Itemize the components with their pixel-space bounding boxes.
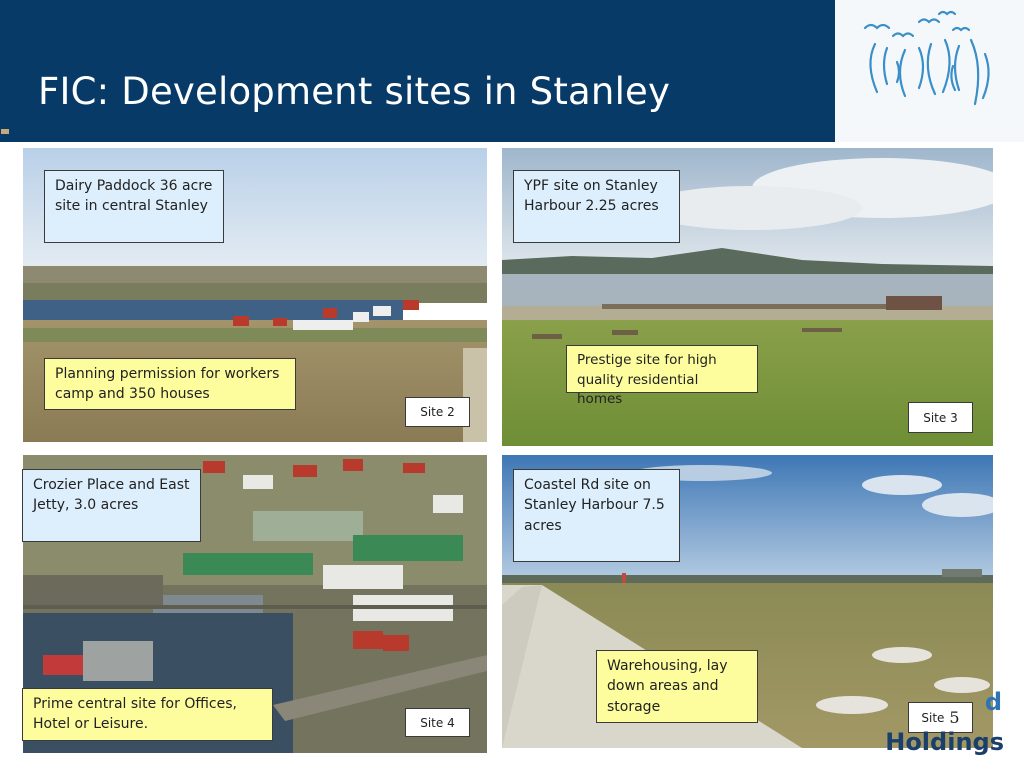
site-4-description: Crozier Place and East Jetty, 3.0 acres (22, 469, 201, 542)
site-4-tag: Site 4 (405, 708, 470, 737)
slide-title: FIC: Development sites in Stanley (38, 70, 671, 113)
site-2-highlight: Planning permission for workers camp and… (44, 358, 296, 410)
brand-wordmark-line-1: d (984, 688, 1002, 716)
site-5-description: Coastel Rd site on Stanley Harbour 7.5 a… (513, 469, 680, 562)
company-logo (835, 0, 1024, 142)
site-4-tag-number: 4 (447, 715, 455, 730)
decorative-mark (1, 129, 9, 134)
site-2-tag: Site 2 (405, 397, 470, 427)
site-3-tag-number: 3 (950, 410, 958, 425)
site-3-highlight: Prestige site for high quality residenti… (566, 345, 758, 407)
site-2-description: Dairy Paddock 36 acre site in central St… (44, 170, 224, 243)
brand-wordmark: d Holdings (885, 688, 1024, 768)
brand-wordmark-line-2: Holdings (885, 728, 1004, 756)
site-3-description: YPF site on Stanley Harbour 2.25 acres (513, 170, 680, 243)
title-banner: FIC: Development sites in Stanley (0, 0, 835, 142)
site-3-tag: Site 3 (908, 402, 973, 433)
site-3-tag-prefix: Site (923, 410, 947, 425)
site-5-highlight: Warehousing, lay down areas and storage (596, 650, 758, 723)
site-2-tag-prefix: Site (420, 405, 444, 419)
site-4-highlight: Prime central site for Offices, Hotel or… (22, 688, 273, 741)
birds-logo-icon (863, 10, 990, 106)
site-2-tag-number: 2 (447, 405, 455, 419)
site-4-tag-prefix: Site (420, 715, 444, 730)
